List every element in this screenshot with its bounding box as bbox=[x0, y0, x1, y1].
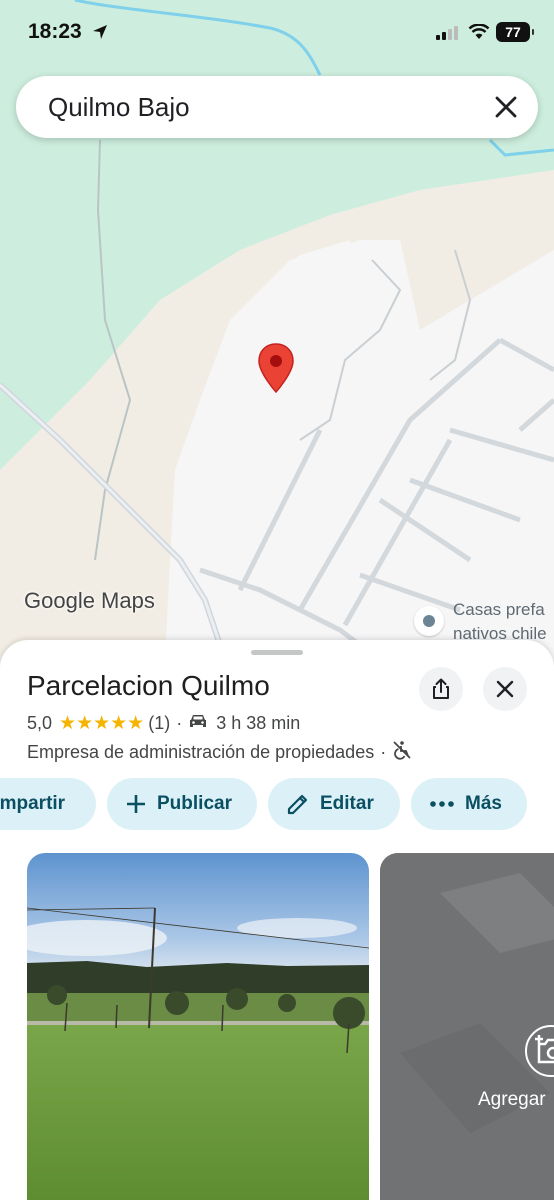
share-icon bbox=[433, 678, 449, 699]
car-icon bbox=[188, 713, 208, 734]
share-button[interactable] bbox=[419, 667, 463, 711]
publish-chip-label: Publicar bbox=[157, 793, 232, 814]
more-chip-button[interactable]: Más bbox=[411, 778, 527, 830]
share-chip-label: ompartir bbox=[0, 793, 66, 814]
rating-value: 5,0 bbox=[27, 713, 53, 733]
poi-label[interactable]: Casas prefa bbox=[453, 600, 545, 620]
separator: · bbox=[380, 742, 387, 762]
place-title: Parcelacion Quilmo bbox=[27, 670, 270, 701]
battery-icon: 77 bbox=[496, 22, 534, 42]
close-button[interactable] bbox=[483, 667, 527, 711]
star-rating-icon[interactable]: ★★★★★ bbox=[59, 712, 144, 735]
place-details-sheet[interactable]: Parcelacion Quilmo 5,0 ★★★★★ (1) · 3 h 3… bbox=[0, 640, 554, 1200]
close-icon bbox=[496, 680, 514, 698]
plus-icon bbox=[127, 795, 145, 813]
status-bar: 18:23 77 bbox=[0, 0, 554, 64]
not-accessible-icon bbox=[392, 740, 412, 765]
add-photo-tile[interactable]: Agregar bbox=[380, 853, 554, 1200]
category-row: Empresa de administración de propiedades… bbox=[27, 740, 412, 765]
rating-row: 5,0 ★★★★★ (1) · 3 h 38 min bbox=[27, 712, 300, 735]
pencil-icon bbox=[287, 794, 308, 815]
separator: · bbox=[176, 713, 183, 733]
drive-time[interactable]: 3 h 38 min bbox=[216, 713, 300, 734]
edit-chip-button[interactable]: Editar bbox=[268, 778, 400, 830]
review-count[interactable]: (1) bbox=[148, 713, 170, 734]
edit-chip-label: Editar bbox=[320, 793, 374, 814]
poi-marker-icon[interactable] bbox=[414, 606, 444, 636]
share-chip-button[interactable]: ompartir bbox=[0, 778, 96, 830]
field-photo-image bbox=[27, 853, 369, 1200]
more-dots-icon bbox=[430, 801, 454, 807]
place-photo[interactable] bbox=[27, 853, 369, 1200]
status-time: 18:23 bbox=[28, 20, 82, 43]
place-category: Empresa de administración de propiedades bbox=[27, 742, 375, 762]
search-bar[interactable]: Quilmo Bajo bbox=[16, 76, 538, 138]
location-arrow-icon bbox=[92, 24, 108, 45]
publish-chip-button[interactable]: Publicar bbox=[107, 778, 257, 830]
search-input[interactable]: Quilmo Bajo bbox=[48, 92, 190, 123]
cellular-signal-icon bbox=[436, 26, 460, 45]
more-chip-label: Más bbox=[465, 793, 502, 814]
add-photo-camera-icon[interactable] bbox=[525, 1025, 554, 1077]
drag-handle[interactable] bbox=[251, 650, 303, 655]
clear-search-icon[interactable] bbox=[492, 93, 520, 121]
google-maps-watermark: Google Maps bbox=[24, 588, 155, 613]
wifi-icon bbox=[468, 23, 490, 45]
add-photo-label: Agregar bbox=[478, 1089, 546, 1110]
